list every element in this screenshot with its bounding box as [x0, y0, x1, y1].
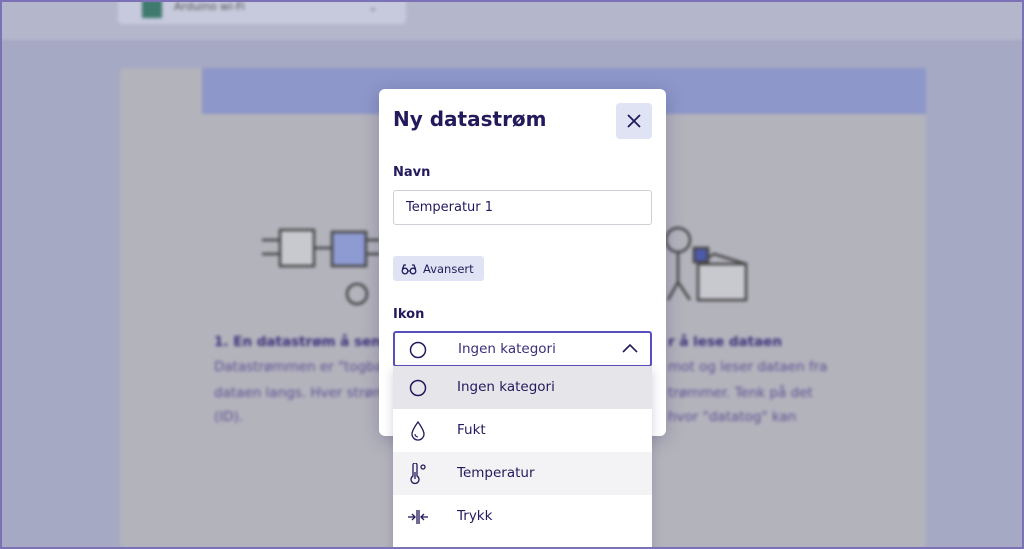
chevron-down-icon: ⌄	[367, 0, 378, 14]
advanced-button[interactable]: Avansert	[393, 256, 484, 281]
background-text-line: trømmer. Tenk på det	[668, 385, 813, 401]
pressure-icon	[408, 510, 428, 524]
background-text-line: mot og leser dataen fra	[668, 359, 828, 375]
background-device-card: Arduino wi-Fi ⌄	[118, 0, 406, 24]
icon-dropdown-list: Ingen kategori Fukt Temperatur Trykk	[393, 366, 652, 549]
background-text-line: (ID).	[214, 409, 244, 425]
dropdown-option-fukt[interactable]: Fukt	[393, 409, 652, 452]
dropdown-option-label: Trykk	[457, 508, 493, 524]
device-icon	[142, 0, 162, 18]
droplet-icon	[411, 421, 425, 441]
chevron-up-icon	[622, 343, 638, 353]
icon-select[interactable]: Ingen kategori	[393, 331, 652, 367]
circle-icon	[409, 379, 427, 397]
circle-icon	[409, 341, 427, 359]
connector-illustration-icon	[262, 228, 380, 306]
dropdown-option-ingen-kategori[interactable]: Ingen kategori	[393, 366, 652, 409]
dialog-title: Ny datastrøm	[393, 107, 547, 131]
dropdown-option-label: Temperatur	[457, 465, 535, 481]
advanced-label: Avansert	[423, 261, 474, 276]
background-text-line: Datastrømmen er "togba	[214, 359, 384, 375]
background-text-line: dataen langs. Hver strøm	[214, 385, 386, 401]
name-input[interactable]	[393, 190, 652, 225]
dropdown-option-label: Ingen kategori	[457, 379, 555, 395]
icon-label: Ikon	[393, 307, 425, 322]
close-icon	[627, 114, 641, 128]
dropdown-option-label: Fukt	[457, 422, 486, 438]
device-label: Arduino wi-Fi	[174, 0, 245, 13]
dropdown-option-trykk[interactable]: Trykk	[393, 495, 652, 538]
dropdown-option-temperatur[interactable]: Temperatur	[393, 452, 652, 495]
glasses-icon	[401, 263, 417, 274]
background-text-line: hvor "datatog" kan	[668, 409, 797, 425]
thermometer-icon	[410, 463, 426, 485]
background-section1-title: 1. En datastrøm å send	[214, 334, 391, 350]
name-label: Navn	[393, 165, 431, 180]
close-button[interactable]	[616, 103, 652, 139]
background-section2-title: r å lese dataen	[668, 334, 782, 350]
person-box-illustration-icon	[664, 226, 748, 302]
icon-select-value: Ingen kategori	[458, 341, 556, 357]
